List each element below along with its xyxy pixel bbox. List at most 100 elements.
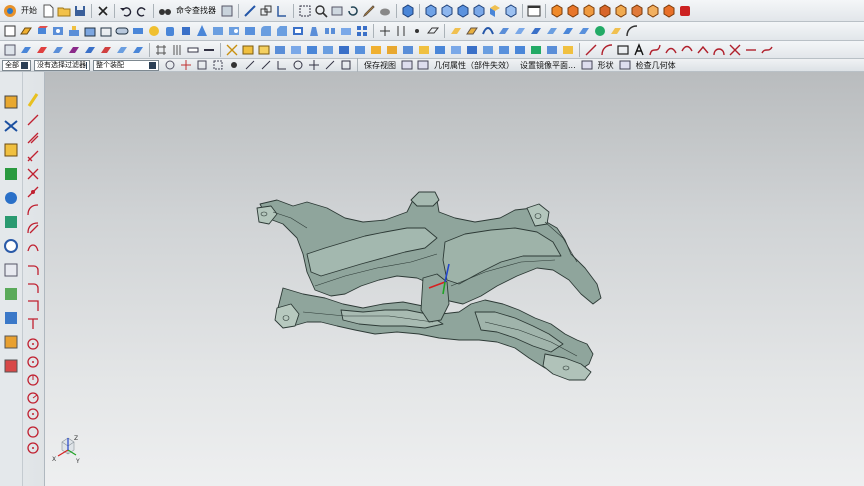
close-icon[interactable] [96, 4, 110, 18]
shape-icon[interactable] [580, 58, 594, 72]
circle-tool-icon-2[interactable] [25, 354, 41, 370]
move-face-icon[interactable] [35, 43, 49, 57]
snap-icon-4[interactable] [227, 58, 241, 72]
body-icon-10[interactable] [385, 43, 399, 57]
sketch-icon[interactable] [3, 24, 17, 38]
body-icon-19[interactable] [529, 43, 543, 57]
spline-icon[interactable] [648, 43, 662, 57]
point-icon[interactable] [410, 24, 424, 38]
analysis-icon-5[interactable] [614, 3, 628, 18]
corner-icon-2[interactable] [25, 316, 41, 332]
hole-icon[interactable] [51, 24, 65, 38]
undo-icon[interactable] [119, 4, 133, 18]
sketch-curve-icon[interactable] [25, 92, 41, 108]
cross-line-icon[interactable] [25, 166, 41, 182]
cube-view-icon[interactable] [401, 3, 415, 18]
geometry-property-label[interactable]: 几何属性（部件失效） [434, 60, 514, 71]
part-file-icon[interactable] [3, 43, 17, 57]
system-materials-icon[interactable] [3, 262, 19, 278]
shell-icon[interactable] [291, 24, 305, 38]
datum-plane-icon[interactable] [426, 24, 440, 38]
corner-icon[interactable] [25, 298, 41, 314]
subtract-icon[interactable] [227, 24, 241, 38]
slot-icon[interactable] [115, 24, 129, 38]
save-view-label[interactable]: 保存视图 [364, 60, 396, 71]
circle-tool-icon-7[interactable] [25, 440, 41, 456]
web-browser-icon[interactable] [3, 214, 19, 230]
revolve-icon[interactable] [35, 24, 49, 38]
bounded-plane-icon[interactable] [513, 24, 527, 38]
circle-tool-icon-5[interactable] [25, 406, 41, 422]
analysis-icon-8[interactable] [662, 3, 676, 18]
snap-icon-3[interactable] [211, 58, 225, 72]
binoculars-icon[interactable] [158, 4, 172, 18]
chamfer-icon[interactable] [275, 24, 289, 38]
synchronous-icon[interactable] [99, 43, 113, 57]
surface-through-curves-icon[interactable] [449, 24, 463, 38]
system-scenes-icon[interactable] [3, 358, 19, 374]
assembly-navigator-icon[interactable] [3, 94, 19, 110]
rotate-icon[interactable] [346, 4, 360, 18]
view-top-icon[interactable] [440, 3, 454, 18]
fillet-curve-icon[interactable] [25, 262, 41, 278]
extension-icon[interactable] [529, 24, 543, 38]
rectangle-icon[interactable] [616, 43, 630, 57]
start-icon[interactable] [3, 4, 17, 18]
zoom-icon[interactable] [314, 4, 328, 18]
hd3d-tools-icon[interactable] [3, 190, 19, 206]
view-icon-2[interactable] [416, 58, 430, 72]
body-icon-15[interactable] [465, 43, 479, 57]
part-navigator-icon[interactable] [220, 4, 234, 18]
intersect-icon[interactable] [243, 24, 257, 38]
point-line-icon[interactable] [25, 184, 41, 200]
sphere-icon[interactable] [147, 24, 161, 38]
cylinder-icon[interactable] [163, 24, 177, 38]
circle-tool-icon-3[interactable] [25, 372, 41, 388]
select-all-icon[interactable] [163, 58, 177, 72]
replace-face-icon[interactable] [51, 43, 65, 57]
pattern-face-icon[interactable] [131, 43, 145, 57]
fillet-curve-icon-2[interactable] [25, 280, 41, 296]
trim-curve-icon[interactable] [728, 43, 742, 57]
display-frame-icon[interactable] [527, 4, 541, 18]
roles-icon[interactable] [3, 334, 19, 350]
extrude-icon[interactable] [19, 24, 33, 38]
patch-icon[interactable] [577, 24, 591, 38]
line-tool-icon-2[interactable] [25, 130, 41, 146]
view-iso-icon[interactable] [488, 4, 502, 18]
snap-icon-5[interactable] [243, 58, 257, 72]
split-body-icon[interactable] [394, 24, 408, 38]
history-icon[interactable] [3, 238, 19, 254]
project-curve-icon[interactable] [680, 43, 694, 57]
block-icon[interactable] [179, 24, 193, 38]
shape-label[interactable]: 形状 [598, 60, 614, 71]
pocket-icon[interactable] [83, 24, 97, 38]
body-icon-9[interactable] [369, 43, 383, 57]
pattern-feature-icon[interactable] [355, 24, 369, 38]
face-blend-icon[interactable] [625, 24, 639, 38]
surface-mesh-icon[interactable] [465, 24, 479, 38]
body-icon-14[interactable] [449, 43, 463, 57]
sew-icon[interactable] [561, 24, 575, 38]
text-icon[interactable] [632, 42, 646, 57]
circle-tool-icon-6[interactable] [25, 424, 41, 440]
draft-icon[interactable] [307, 24, 321, 38]
process-studio-icon[interactable] [3, 286, 19, 302]
pad-icon[interactable] [99, 24, 113, 38]
body-icon-17[interactable] [497, 43, 511, 57]
cone-icon[interactable] [195, 24, 209, 38]
snap-icon-9[interactable] [307, 58, 321, 72]
analysis-icon-2[interactable] [566, 3, 580, 18]
body-icon-4[interactable] [289, 43, 303, 57]
analysis-icon-6[interactable] [630, 3, 644, 18]
swept-icon[interactable] [481, 24, 495, 38]
snap-icon-7[interactable] [275, 58, 289, 72]
selection-filter-dropdown[interactable]: 没有选择过滤器 [34, 59, 90, 71]
manufacturing-wizard-icon[interactable] [3, 310, 19, 326]
fit-view-icon[interactable] [298, 4, 312, 18]
delete-face-icon[interactable] [67, 43, 81, 57]
body-icon-16[interactable] [481, 43, 495, 57]
edge-blend-icon[interactable] [259, 24, 273, 38]
body-icon-5[interactable] [305, 43, 319, 57]
command-finder-button[interactable]: 命令查找器 [176, 5, 216, 16]
